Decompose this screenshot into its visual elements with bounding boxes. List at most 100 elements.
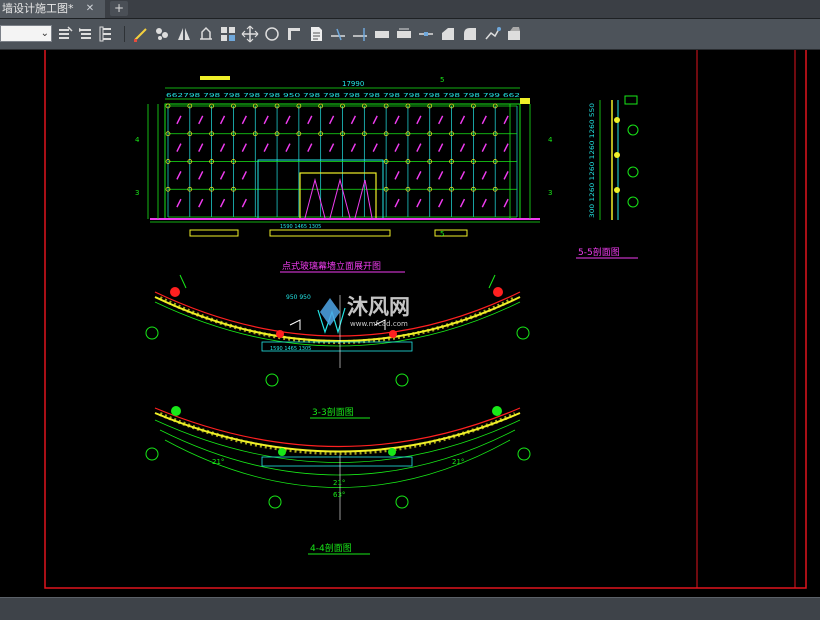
glass-hatch <box>394 198 400 208</box>
rectangle-icon[interactable] <box>373 25 391 43</box>
glass-hatch <box>198 198 204 208</box>
glass-hatch <box>219 143 226 152</box>
document-tab[interactable]: 墙设计施工图* ✕ <box>0 0 105 18</box>
drawing-frame <box>44 50 807 589</box>
document-tab-title: 墙设计施工图* <box>2 2 74 15</box>
glass-hatch <box>176 143 182 152</box>
array-icon[interactable] <box>219 25 237 43</box>
glass-hatch <box>394 143 400 152</box>
layer-combo[interactable]: ⌄ <box>0 25 52 42</box>
glass-hatch <box>438 171 444 180</box>
glass-hatch <box>241 143 247 152</box>
glass-hatch <box>285 143 291 152</box>
angle-total: 63° <box>333 491 345 499</box>
glass-hatch <box>176 171 182 180</box>
layer-iso-icon[interactable] <box>98 25 116 43</box>
glass-hatch <box>372 143 378 152</box>
glass-hatch <box>481 198 487 208</box>
glass-hatch <box>416 171 422 180</box>
glass-hatch <box>219 115 226 125</box>
block-icon[interactable] <box>395 25 413 43</box>
glass-hatch <box>481 171 487 180</box>
section-3-view: 1590 1465 1305 950 950 3-3剖面图 <box>145 274 530 419</box>
section-marker-5-top: 5 <box>440 76 444 84</box>
glass-hatch <box>263 115 269 125</box>
glass-hatch <box>416 143 422 152</box>
title-block-mark <box>200 76 230 80</box>
watermark: 沐风网 www.mfcad.com <box>320 295 410 328</box>
trim-icon[interactable] <box>329 25 347 43</box>
glass-hatch <box>219 171 226 180</box>
ucs-icon[interactable] <box>505 25 523 43</box>
glass-hatch <box>328 115 335 125</box>
glass-hatch <box>263 143 269 152</box>
cad-drawing: 17990 662798 798 798 798 798 950 798 798… <box>44 50 807 589</box>
glass-hatch <box>241 198 247 208</box>
glass-hatch <box>416 198 422 208</box>
layer-state-icon[interactable] <box>56 25 74 43</box>
overall-dimension: 17990 <box>342 80 364 88</box>
section-5-view: 300 1260 1260 1260 1260 550 5-5剖面图 <box>576 95 639 259</box>
glass-hatch <box>481 143 487 152</box>
circle-icon[interactable] <box>263 25 281 43</box>
glass-hatch <box>503 115 509 125</box>
glass-hatch <box>241 171 247 180</box>
glass-hatch <box>503 171 509 180</box>
glass-hatch <box>394 115 400 125</box>
glass-hatch <box>198 115 204 125</box>
new-tab-button[interactable]: + <box>110 1 128 16</box>
glass-hatch <box>307 143 313 152</box>
document-tab-bar: 墙设计施工图* ✕ + <box>0 0 820 19</box>
glass-hatch <box>285 115 291 125</box>
section-3-title: 3-3剖面图 <box>312 406 354 418</box>
toolbar: ⌄ <box>0 19 820 50</box>
glass-hatch <box>241 115 247 125</box>
glass-hatch <box>438 115 444 125</box>
section-marker-4-right: 4 <box>548 136 553 144</box>
layer-prev-icon[interactable] <box>77 25 95 43</box>
fillet-icon[interactable] <box>307 25 325 43</box>
glass-hatch <box>416 115 422 125</box>
drawing-canvas[interactable]: 17990 662798 798 798 798 798 950 798 798… <box>0 50 820 597</box>
status-bar <box>0 597 820 620</box>
mirror-icon[interactable] <box>175 25 193 43</box>
elevation-view: 17990 662798 798 798 798 798 950 798 798… <box>135 76 553 273</box>
section-4-title: 4-4剖面图 <box>310 542 352 554</box>
module-dimensions: 662798 798 798 798 798 950 798 798 798 7… <box>166 93 520 99</box>
section-marker-3-left: 3 <box>135 189 139 197</box>
offset-icon[interactable] <box>285 25 303 43</box>
glass-hatch <box>307 115 313 125</box>
section-marker-3-right: 3 <box>548 189 552 197</box>
glass-hatch <box>503 198 509 208</box>
glass-hatch <box>481 115 487 125</box>
close-icon[interactable]: ✕ <box>84 0 96 18</box>
glass-hatch <box>219 198 226 208</box>
stretch-icon[interactable] <box>197 25 215 43</box>
glass-hatch <box>438 143 444 152</box>
chamfer-icon[interactable] <box>439 25 457 43</box>
watermark-url: www.mfcad.com <box>350 320 408 328</box>
section-3-dims: 950 950 <box>286 294 311 301</box>
glass-hatch <box>176 198 182 208</box>
line-tool-icon[interactable] <box>132 25 150 43</box>
glass-hatch <box>503 143 509 152</box>
region-icon[interactable] <box>461 25 479 43</box>
break-icon[interactable] <box>417 25 435 43</box>
elevation-title: 点式玻璃幕墙立面展开图 <box>282 260 381 272</box>
glass-hatch <box>350 115 357 125</box>
move-icon[interactable] <box>241 25 259 43</box>
section-marker-5-bottom: 5 <box>440 230 444 238</box>
section-marker-4-left: 4 <box>135 136 140 144</box>
glass-hatch <box>372 115 378 125</box>
bottom-dimension: 1590 1465 1305 <box>280 224 321 230</box>
chevron-down-icon[interactable]: ⌄ <box>41 26 49 41</box>
glass-hatch <box>328 143 335 152</box>
section-5-dimensions: 300 1260 1260 1260 1260 550 <box>589 103 596 218</box>
watermark-text: 沐风网 <box>347 295 410 319</box>
extend-icon[interactable] <box>351 25 369 43</box>
text-style-icon[interactable] <box>153 25 171 43</box>
section-3-dims-bottom: 1590 1465 1305 <box>270 346 311 352</box>
glass-hatch <box>198 143 204 152</box>
dimension-icon[interactable] <box>483 25 501 43</box>
glass-hatch <box>350 143 357 152</box>
